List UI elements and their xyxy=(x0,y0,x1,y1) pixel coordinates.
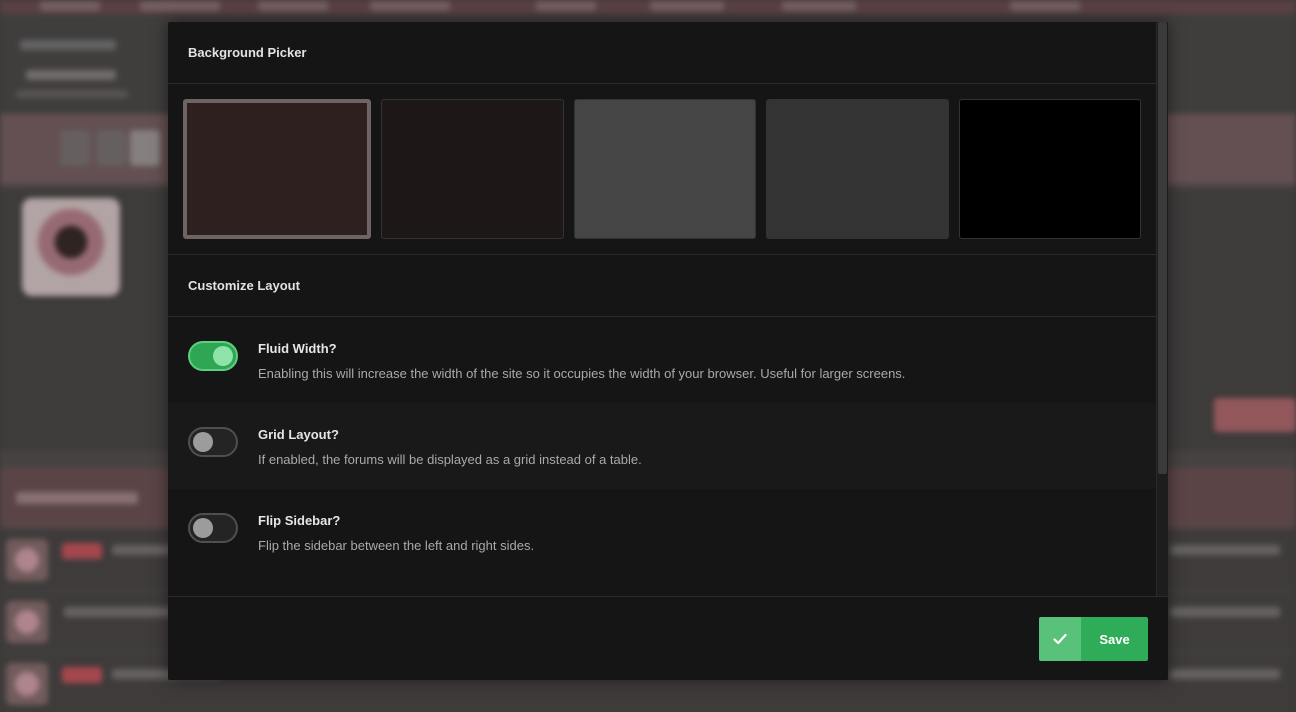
option-title: Grid Layout? xyxy=(258,427,339,442)
option-flip-sidebar: Flip Sidebar? Flip the sidebar between t… xyxy=(168,489,1156,575)
toggle-knob xyxy=(193,432,213,452)
background-swatch-list xyxy=(168,84,1156,255)
background-swatch-1[interactable] xyxy=(183,99,372,239)
background-swatch-5[interactable] xyxy=(958,99,1142,239)
toggle-knob xyxy=(213,346,233,366)
background-swatch-3[interactable] xyxy=(573,99,757,239)
fluid-width-toggle[interactable] xyxy=(188,341,238,371)
modal-scrollbar[interactable] xyxy=(1156,22,1168,596)
option-description: Enabling this will increase the width of… xyxy=(258,366,906,381)
style-chooser-modal: Background Picker Customize Layout Fluid… xyxy=(168,22,1168,680)
option-title: Flip Sidebar? xyxy=(258,513,341,528)
customize-layout-title: Customize Layout xyxy=(168,255,1156,317)
toggle-knob xyxy=(193,518,213,538)
background-swatch-2[interactable] xyxy=(381,99,564,239)
save-button-label: Save xyxy=(1081,617,1148,661)
modal-footer: Save xyxy=(168,596,1168,680)
option-grid-layout: Grid Layout? If enabled, the forums will… xyxy=(168,403,1156,489)
option-description: Flip the sidebar between the left and ri… xyxy=(258,538,535,553)
save-button[interactable]: Save xyxy=(1039,617,1148,661)
grid-layout-toggle[interactable] xyxy=(188,427,238,457)
background-picker-title: Background Picker xyxy=(168,22,1156,84)
background-swatch-4[interactable] xyxy=(766,99,949,239)
flip-sidebar-toggle[interactable] xyxy=(188,513,238,543)
check-icon xyxy=(1039,617,1081,661)
modal-body: Background Picker Customize Layout Fluid… xyxy=(168,22,1156,596)
option-description: If enabled, the forums will be displayed… xyxy=(258,452,642,467)
option-fluid-width: Fluid Width? Enabling this will increase… xyxy=(168,317,1156,403)
scrollbar-thumb[interactable] xyxy=(1158,22,1167,474)
option-title: Fluid Width? xyxy=(258,341,337,356)
